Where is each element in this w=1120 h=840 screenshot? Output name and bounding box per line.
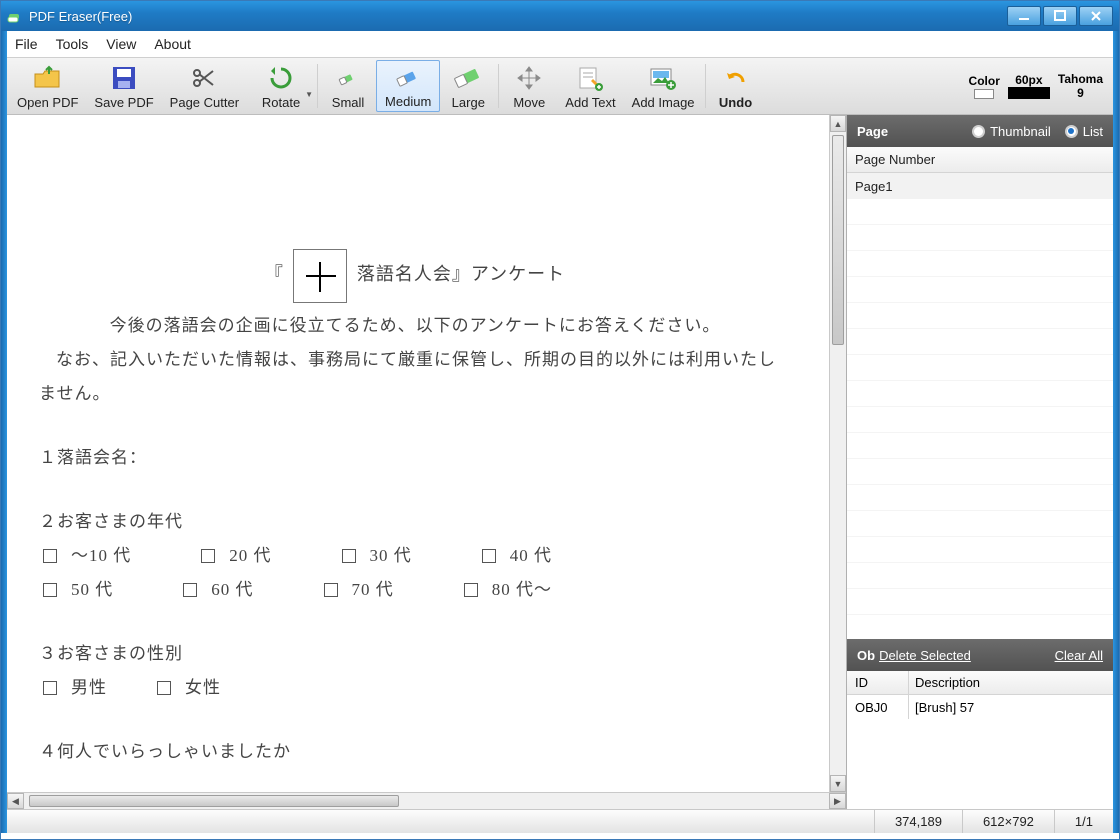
menu-about[interactable]: About (154, 36, 191, 52)
checkbox-icon (43, 583, 57, 597)
size-picker[interactable]: 60px (1008, 73, 1050, 99)
add-image-button[interactable]: Add Image (624, 60, 703, 112)
doc-options-row2: 50 代 60 代 70 代 80 代～ (43, 573, 791, 607)
horizontal-scrollbar[interactable]: ◀ ▶ (7, 792, 846, 809)
scroll-right-icon[interactable]: ▶ (829, 793, 846, 809)
font-size-label: 9 (1077, 86, 1084, 100)
checkbox-icon (342, 549, 356, 563)
move-button[interactable]: Move (501, 60, 557, 112)
page-panel-header: Page Thumbnail List (847, 115, 1113, 147)
eraser-cursor[interactable] (293, 249, 347, 303)
doc-options-row3: 男性 女性 (43, 671, 791, 705)
page-cutter-button[interactable]: Page Cutter (162, 60, 247, 112)
font-picker[interactable]: Tahoma 9 (1058, 72, 1103, 100)
eraser-medium-icon (395, 63, 421, 92)
document-viewport[interactable]: 『 落語名人会』アンケート 今後の落語会の企画に役立てるため、以下のアンケートに… (7, 115, 846, 792)
scroll-thumb[interactable] (832, 135, 844, 345)
clear-all-link[interactable]: Clear All (1055, 648, 1103, 663)
page-list-header[interactable]: Page Number (847, 147, 1113, 173)
page-list[interactable]: Page Number Page1 (847, 147, 1113, 639)
object-panel-header: Ob Delete Selected Clear All (847, 639, 1113, 671)
status-coordinates: 374,189 (874, 810, 962, 833)
eraser-small-button[interactable]: Small (320, 60, 376, 112)
scroll-thumb-h[interactable] (29, 795, 399, 807)
frame-right (1113, 31, 1119, 833)
status-page-count: 1/1 (1054, 810, 1113, 833)
checkbox-icon (157, 681, 171, 695)
close-button[interactable] (1079, 6, 1113, 26)
eraser-large-icon (453, 63, 483, 93)
menu-file[interactable]: File (15, 36, 38, 52)
checkbox-icon (43, 681, 57, 695)
menu-view[interactable]: View (106, 36, 136, 52)
document-area: 『 落語名人会』アンケート 今後の落語会の企画に役立てるため、以下のアンケートに… (7, 115, 847, 809)
page-panel-title: Page (857, 124, 888, 139)
titlebar[interactable]: PDF Eraser(Free) (1, 1, 1119, 31)
add-text-icon (577, 63, 603, 93)
scroll-left-icon[interactable]: ◀ (7, 793, 24, 809)
checkbox-icon (183, 583, 197, 597)
size-bar (1008, 87, 1050, 99)
rotate-icon (266, 63, 296, 93)
color-label: Color (969, 74, 1000, 88)
open-pdf-button[interactable]: Open PDF (9, 60, 86, 112)
side-panel: Page Thumbnail List Page Number Page1 Ob… (847, 115, 1113, 809)
doc-q1: １落語会名： (39, 441, 791, 475)
app-icon (7, 8, 23, 24)
checkbox-icon (482, 549, 496, 563)
undo-button[interactable]: Undo (708, 60, 764, 112)
object-row[interactable]: OBJ0 [Brush] 57 (847, 695, 1113, 719)
save-pdf-button[interactable]: Save PDF (86, 60, 161, 112)
delete-selected-link[interactable]: Delete Selected (879, 648, 971, 663)
vertical-scrollbar[interactable]: ▲ ▼ (829, 115, 846, 792)
color-picker[interactable]: Color (969, 74, 1000, 99)
size-label: 60px (1015, 73, 1042, 87)
object-table: ID Description OBJ0 [Brush] 57 (847, 671, 1113, 809)
checkbox-icon (43, 549, 57, 563)
doc-q2: ２お客さまの年代 (39, 505, 791, 539)
move-icon (516, 63, 542, 93)
open-folder-icon (33, 63, 63, 93)
menubar: File Tools View About (7, 31, 1113, 57)
add-image-icon (649, 63, 677, 93)
status-bar: 374,189 612×792 1/1 (7, 809, 1113, 833)
status-dimensions: 612×792 (962, 810, 1054, 833)
undo-icon (723, 63, 749, 93)
object-col-id[interactable]: ID (847, 671, 909, 694)
toolbar: Open PDF Save PDF Page Cutter Rotate ▼ S… (7, 57, 1113, 115)
doc-options-row1: ～10 代 20 代 30 代 40 代 (43, 539, 791, 573)
doc-title-post: 落語名人会』アンケート (357, 264, 565, 284)
object-col-desc[interactable]: Description (909, 671, 1113, 694)
app-title: PDF Eraser(Free) (29, 9, 132, 24)
rotate-button[interactable]: Rotate ▼ (247, 60, 315, 112)
eraser-medium-button[interactable]: Medium (376, 60, 440, 112)
doc-title-pre: 『 (265, 264, 284, 284)
eraser-large-button[interactable]: Large (440, 60, 496, 112)
app-window: PDF Eraser(Free) File Tools View About O… (0, 0, 1120, 840)
object-panel-title: Ob (857, 648, 875, 663)
maximize-button[interactable] (1043, 6, 1077, 26)
add-text-button[interactable]: Add Text (557, 60, 623, 112)
thumbnail-radio[interactable]: Thumbnail (972, 124, 1051, 139)
save-icon (111, 63, 137, 93)
scroll-up-icon[interactable]: ▲ (830, 115, 846, 132)
checkbox-icon (324, 583, 338, 597)
font-label: Tahoma (1058, 72, 1103, 86)
pdf-page[interactable]: 『 落語名人会』アンケート 今後の落語会の企画に役立てるため、以下のアンケートに… (15, 129, 815, 792)
dropdown-icon[interactable]: ▼ (305, 90, 313, 99)
minimize-button[interactable] (1007, 6, 1041, 26)
menu-tools[interactable]: Tools (56, 36, 89, 52)
doc-q4: ４何人でいらっしゃいましたか (39, 735, 791, 769)
color-swatch[interactable] (974, 89, 994, 99)
scissors-icon (191, 63, 217, 93)
checkbox-icon (464, 583, 478, 597)
scroll-down-icon[interactable]: ▼ (830, 775, 846, 792)
page-list-item[interactable]: Page1 (847, 173, 1113, 199)
eraser-small-icon (338, 63, 358, 93)
doc-q3: ３お客さまの性別 (39, 637, 791, 671)
checkbox-icon (201, 549, 215, 563)
doc-paragraph-2: なお、記入いただいた情報は、事務局にて厳重に保管し、所期の目的以外には利用いたし… (39, 343, 791, 411)
doc-paragraph-1: 今後の落語会の企画に役立てるため、以下のアンケートにお答えください。 (39, 309, 791, 343)
list-radio[interactable]: List (1065, 124, 1103, 139)
